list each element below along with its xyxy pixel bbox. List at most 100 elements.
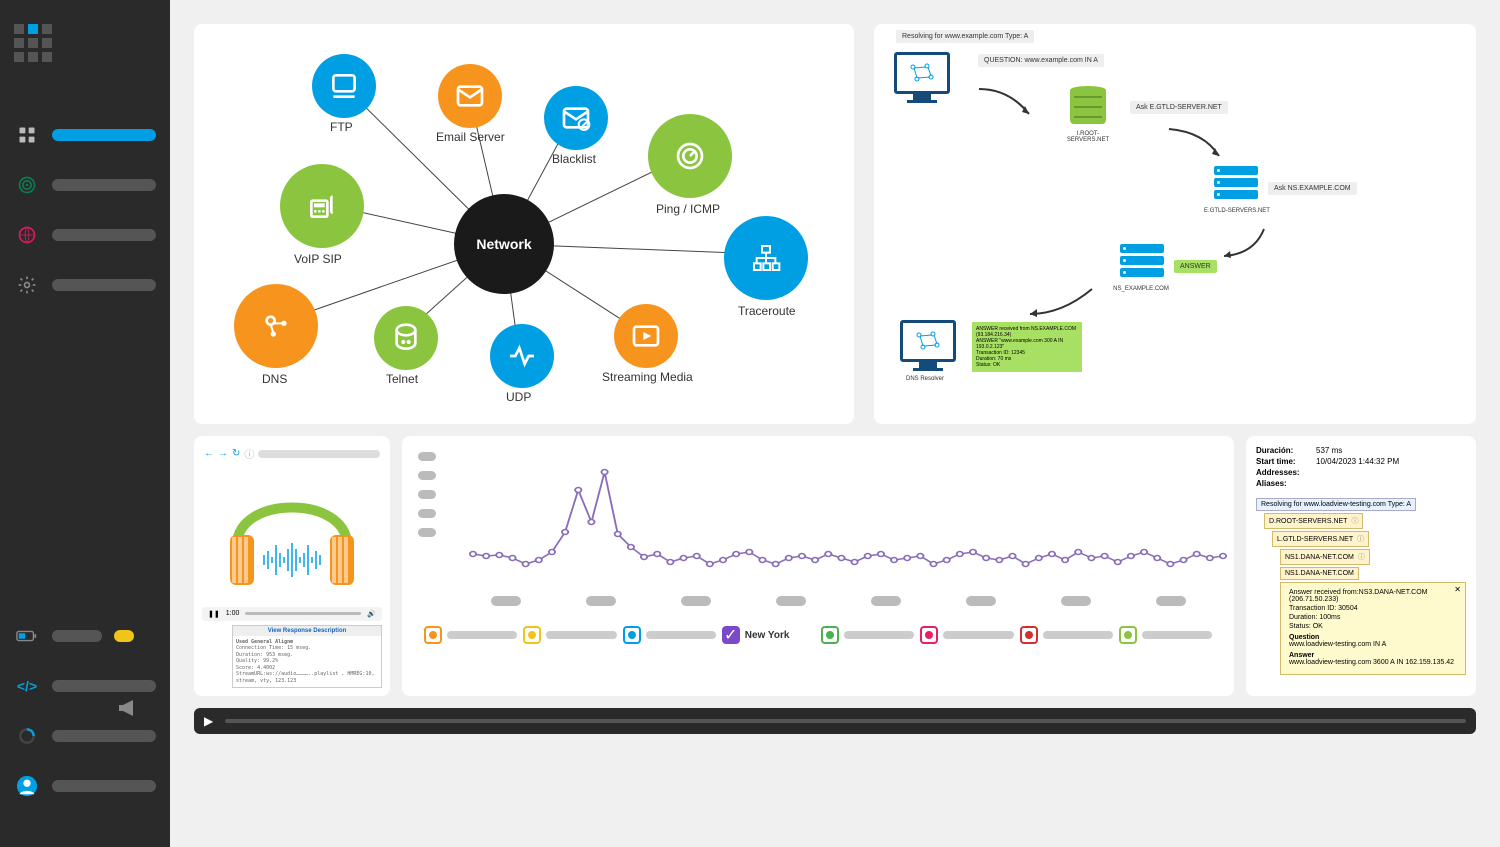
network-node-udp[interactable] (490, 324, 554, 388)
dns-trace-tree: Resolving for www.loadview-testing.com T… (1256, 498, 1466, 675)
loading-icon (14, 723, 40, 749)
dns-answer-details: ANSWER received from NS.EXAMPLE.COM (93.… (972, 322, 1082, 372)
dns-resolver-icon (900, 320, 956, 371)
network-node-telnet[interactable] (374, 306, 438, 370)
volume-icon[interactable]: 🔊 (367, 610, 376, 618)
dns-ask-egtld: Ask E.GTLD-SERVER.NET (1130, 101, 1228, 114)
headphones-visualization (202, 463, 382, 607)
duration-label: Duración: (1256, 446, 1316, 455)
audio-progress[interactable] (245, 612, 361, 615)
network-label-dns: DNS (262, 372, 287, 386)
location-item[interactable] (920, 626, 1013, 644)
dashboard-icon (14, 122, 40, 148)
tree-node[interactable]: D.ROOT-SERVERS.NETⓘ (1264, 513, 1363, 529)
nav-item-dashboard[interactable] (14, 122, 156, 148)
nav-item-target[interactable] (14, 172, 156, 198)
tree-node[interactable]: NS1.DANA-NET.COM (1280, 567, 1359, 580)
nav-item-loading[interactable] (14, 723, 156, 749)
network-diagram-panel: Network FTP Email Server Blacklist Ping … (194, 24, 854, 424)
network-node-blacklist[interactable] (544, 86, 608, 150)
dns-egtld-server-icon (1214, 166, 1258, 202)
network-label-voip: VoIP SIP (294, 252, 342, 266)
network-node-streaming[interactable] (614, 304, 678, 368)
main-content: Network FTP Email Server Blacklist Ping … (170, 0, 1500, 847)
response-description-box: View Response Description Used General A… (232, 625, 382, 689)
progress-track[interactable] (225, 719, 1466, 723)
dns-ns-server-icon (1120, 244, 1164, 280)
nav-item-user[interactable] (14, 773, 156, 799)
network-center-node: Network (454, 194, 554, 294)
gear-icon (14, 272, 40, 298)
tree-node[interactable]: NS1.DANA-NET.COMⓘ (1280, 549, 1370, 565)
nav-label-placeholder (52, 680, 156, 692)
info-icon[interactable]: ⓘ (244, 446, 254, 461)
network-node-traceroute[interactable] (724, 216, 808, 300)
playback-bar: ▶ (194, 708, 1476, 734)
nav-label-placeholder (52, 129, 156, 141)
sidebar: </> (0, 0, 170, 847)
arrow-icon (1022, 284, 1102, 324)
location-item[interactable] (1020, 626, 1113, 644)
location-item[interactable] (424, 626, 517, 644)
network-node-ping[interactable] (648, 114, 732, 198)
globe-icon (14, 222, 40, 248)
network-label-streaming: Streaming Media (602, 370, 693, 384)
back-icon[interactable]: ← (204, 448, 214, 459)
nav-item-code[interactable]: </> (14, 673, 156, 699)
location-item[interactable] (821, 626, 914, 644)
start-time-value: 10/04/2023 1:44:32 PM (1316, 457, 1399, 466)
nav-item-settings[interactable] (14, 272, 156, 298)
app-logo (14, 24, 156, 62)
network-label-udp: UDP (506, 390, 531, 404)
location-item[interactable] (623, 626, 716, 644)
detail-panel: Duración:537 ms Start time:10/04/2023 1:… (1246, 436, 1476, 696)
play-icon[interactable]: ▶ (204, 714, 213, 728)
url-bar-placeholder[interactable] (258, 450, 380, 458)
nav-label-placeholder (52, 780, 156, 792)
arrow-icon (974, 84, 1044, 124)
dns-client-icon (894, 52, 950, 103)
dns-answer-badge: ANSWER (1174, 260, 1217, 273)
location-item[interactable] (523, 626, 616, 644)
nav-label-placeholder (52, 179, 156, 191)
tree-root[interactable]: Resolving for www.loadview-testing.com T… (1256, 498, 1416, 511)
network-label-ftp: FTP (330, 120, 353, 134)
response-header: View Response Description (233, 626, 381, 636)
dns-egtld-label: E.GTLD-SERVERS.NET (1202, 208, 1272, 214)
aliases-label: Aliases: (1256, 479, 1316, 488)
target-icon (14, 172, 40, 198)
dns-ask-ns: Ask NS.EXAMPLE.COM (1268, 182, 1357, 195)
nav-item-globe[interactable] (14, 222, 156, 248)
battery-icon (14, 623, 40, 649)
location-item[interactable] (1119, 626, 1212, 644)
close-icon[interactable]: ✕ (1454, 585, 1461, 594)
tree-node[interactable]: L.GTLD-SERVERS.NETⓘ (1272, 531, 1369, 547)
nav-label-placeholder (52, 279, 156, 291)
network-label-email: Email Server (436, 130, 505, 144)
network-node-voip[interactable] (280, 164, 364, 248)
nav-label-placeholder (52, 229, 156, 241)
dns-resolving-text: Resolving for www.example.com Type: A (896, 30, 1034, 43)
network-node-dns[interactable] (234, 284, 318, 368)
network-label-blacklist: Blacklist (552, 152, 596, 166)
location-item-selected[interactable]: ✓New York (722, 626, 815, 644)
dns-flow-panel: Resolving for www.example.com Type: A QU… (874, 24, 1476, 424)
arrow-icon (1164, 124, 1234, 164)
network-node-email[interactable] (438, 64, 502, 128)
dns-root-server-icon (1070, 86, 1106, 128)
user-icon (14, 773, 40, 799)
nav-item-battery[interactable] (14, 623, 156, 649)
dns-resolver-label: DNS Resolver (906, 376, 944, 382)
location-legend: ✓New York (418, 626, 1218, 644)
nav-label-placeholder (52, 630, 102, 642)
dns-answer-tooltip: ✕ Answer received from:NS3.DANA-NET.COM … (1280, 582, 1466, 675)
dns-ns-label: NS_EXAMPLE.COM (1106, 286, 1176, 292)
network-node-ftp[interactable] (312, 54, 376, 118)
audio-player-controls: ❚❚ 1:00 🔊 (202, 607, 382, 621)
start-time-label: Start time: (1256, 457, 1316, 466)
audio-toolbar: ← → ↻ ⓘ (202, 444, 382, 463)
forward-icon[interactable]: → (218, 448, 228, 459)
pause-icon[interactable]: ❚❚ (208, 610, 220, 618)
nav-badge (114, 630, 134, 642)
refresh-icon[interactable]: ↻ (232, 448, 240, 459)
